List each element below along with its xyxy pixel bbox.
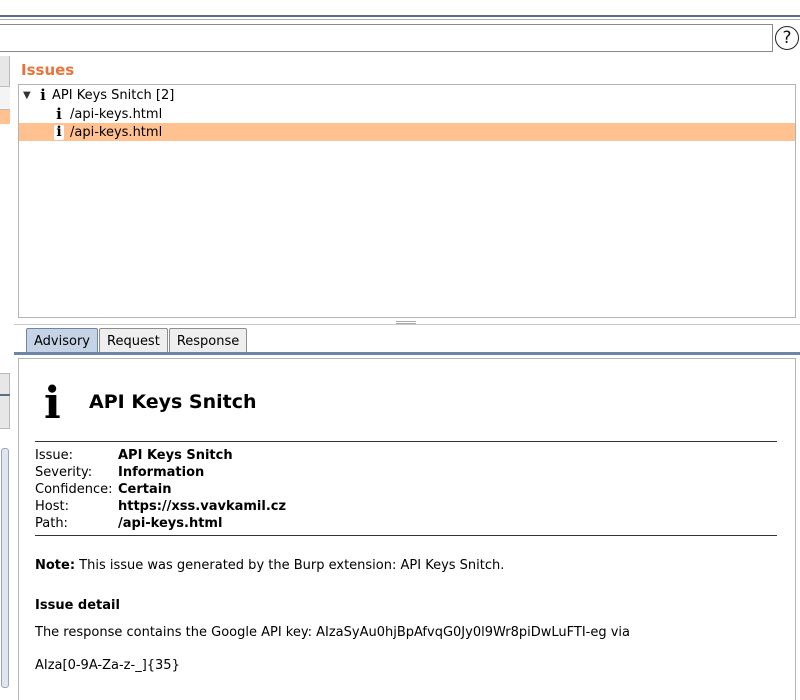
field-issue: Issue: API Keys Snitch bbox=[35, 447, 233, 464]
splitter-handle[interactable] bbox=[396, 321, 416, 324]
field-key: Issue: bbox=[35, 448, 73, 463]
filter-input[interactable] bbox=[0, 24, 773, 52]
field-confidence: Confidence: Certain bbox=[35, 481, 171, 498]
field-value: /api-keys.html bbox=[118, 516, 223, 531]
tree-group-label: API Keys Snitch [2] bbox=[52, 87, 175, 103]
note-text: This issue was generated by the Burp ext… bbox=[75, 558, 505, 573]
field-value: Certain bbox=[118, 482, 172, 497]
left-pane-list bbox=[0, 124, 10, 374]
field-host: Host: https://xss.vavkamil.cz bbox=[35, 498, 286, 515]
field-key: Severity: bbox=[35, 465, 93, 480]
tab-underline bbox=[14, 352, 800, 355]
issues-tree: ▼ i API Keys Snitch [2] i /api-keys.html… bbox=[18, 84, 796, 318]
issues-title: Issues bbox=[21, 61, 75, 79]
left-pane-separator bbox=[0, 394, 10, 396]
divider-top bbox=[35, 441, 777, 442]
advisory-title: API Keys Snitch bbox=[89, 391, 257, 413]
left-pane-header bbox=[0, 86, 10, 110]
field-value: API Keys Snitch bbox=[118, 448, 233, 463]
field-key: Path: bbox=[35, 516, 68, 531]
field-severity: Severity: Information bbox=[35, 464, 204, 481]
divider-bottom bbox=[35, 535, 777, 536]
note-label: Note: bbox=[35, 558, 76, 573]
info-large-icon: i bbox=[44, 378, 61, 429]
info-icon: i bbox=[40, 86, 46, 104]
tree-item-label: /api-keys.html bbox=[70, 124, 163, 140]
tree-item-row[interactable]: i /api-keys.html bbox=[19, 105, 795, 123]
left-pane bbox=[0, 56, 10, 700]
field-key: Confidence: bbox=[35, 482, 113, 497]
field-value: https://xss.vavkamil.cz bbox=[118, 499, 287, 514]
issue-detail-text: The response contains the Google API key… bbox=[35, 625, 630, 640]
info-icon: i bbox=[56, 105, 62, 123]
tab-response[interactable]: Response bbox=[168, 328, 248, 353]
detail-tabs: Advisory Request Response bbox=[26, 328, 248, 353]
tree-item-label: /api-keys.html bbox=[70, 106, 163, 122]
left-pane-selected-row[interactable] bbox=[0, 110, 10, 124]
field-path: Path: /api-keys.html bbox=[35, 515, 222, 532]
info-icon: i bbox=[54, 124, 64, 140]
issue-detail-heading: Issue detail bbox=[35, 598, 120, 613]
expand-arrow-icon[interactable]: ▼ bbox=[23, 90, 31, 101]
help-button[interactable]: ? bbox=[775, 26, 799, 50]
tree-group-row[interactable]: ▼ i API Keys Snitch [2] bbox=[19, 86, 795, 104]
header-divider bbox=[0, 15, 800, 17]
window-header bbox=[0, 0, 800, 22]
tab-advisory[interactable]: Advisory bbox=[26, 328, 98, 353]
field-key: Host: bbox=[35, 499, 69, 514]
split-divider bbox=[14, 324, 800, 325]
header-divider-light bbox=[0, 19, 800, 20]
help-icon: ? bbox=[782, 28, 792, 48]
left-pane-scrollbar[interactable] bbox=[1, 448, 9, 688]
issue-detail-regex: AIza[0-9A-Za-z-_]{35} bbox=[35, 658, 180, 673]
note-paragraph: Note: This issue was generated by the Bu… bbox=[35, 557, 504, 574]
field-value: Information bbox=[118, 465, 205, 480]
tree-item-row-selected[interactable]: i /api-keys.html bbox=[19, 123, 795, 141]
tab-request[interactable]: Request bbox=[99, 328, 168, 353]
